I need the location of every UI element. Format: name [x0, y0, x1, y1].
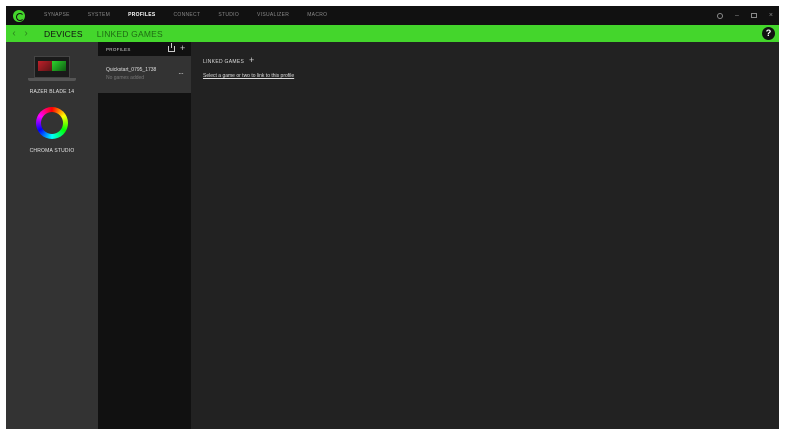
- main-nav: SYNAPSE SYSTEM PROFILES CONNECT STUDIO V…: [35, 6, 336, 25]
- profiles-panel: PROFILES + Quickstart_0795_1738 No games…: [98, 42, 191, 429]
- back-arrow-icon[interactable]: ‹: [8, 28, 20, 39]
- window-controls: – ×: [717, 6, 773, 25]
- profile-item[interactable]: Quickstart_0795_1738 No games added ···: [98, 56, 191, 93]
- tab-connect[interactable]: CONNECT: [165, 6, 210, 25]
- tab-macro[interactable]: MACRO: [298, 6, 336, 25]
- tab-system[interactable]: SYSTEM: [79, 6, 119, 25]
- link-game-link[interactable]: Select a game or two to link to this pro…: [203, 73, 294, 79]
- import-profile-icon[interactable]: [168, 43, 175, 52]
- synapse-window: SYNAPSE SYSTEM PROFILES CONNECT STUDIO V…: [6, 6, 779, 429]
- device-list: RAZER BLADE 14 CHROMA STUDIO: [6, 42, 98, 429]
- maximize-button[interactable]: [750, 13, 757, 18]
- forward-arrow-icon[interactable]: ›: [20, 28, 32, 39]
- razer-logo-icon: [13, 9, 25, 22]
- chroma-ring-icon: [36, 107, 68, 139]
- tab-visualizer[interactable]: VISUALIZER: [248, 6, 298, 25]
- subtab-linked-games[interactable]: LINKED GAMES: [97, 29, 163, 39]
- profiles-title: PROFILES: [106, 46, 131, 52]
- tab-studio[interactable]: STUDIO: [209, 6, 248, 25]
- device-chroma-studio[interactable]: CHROMA STUDIO: [6, 42, 98, 162]
- top-nav-bar: SYNAPSE SYSTEM PROFILES CONNECT STUDIO V…: [6, 6, 779, 25]
- subtab-devices[interactable]: DEVICES: [44, 29, 83, 39]
- linked-games-title: LINKED GAMES: [203, 59, 245, 65]
- help-button[interactable]: ?: [762, 27, 775, 40]
- profile-name: Quickstart_0795_1738: [106, 67, 157, 73]
- close-button[interactable]: ×: [769, 6, 773, 25]
- settings-gear-icon[interactable]: [717, 12, 723, 19]
- more-options-icon[interactable]: ···: [178, 70, 184, 78]
- profile-subtitle: No games added: [106, 75, 145, 81]
- sub-nav-bar: ‹ › DEVICES LINKED GAMES ?: [6, 25, 779, 42]
- profiles-header: PROFILES: [98, 42, 191, 56]
- minimize-button[interactable]: –: [735, 6, 739, 25]
- device-label: CHROMA STUDIO: [29, 148, 75, 154]
- linked-games-panel: LINKED GAMES + Select a game or two to l…: [191, 42, 779, 429]
- add-profile-button[interactable]: +: [180, 43, 185, 53]
- tab-synapse[interactable]: SYNAPSE: [35, 6, 79, 25]
- add-linked-game-button[interactable]: +: [249, 55, 254, 65]
- tab-profiles[interactable]: PROFILES: [119, 6, 164, 25]
